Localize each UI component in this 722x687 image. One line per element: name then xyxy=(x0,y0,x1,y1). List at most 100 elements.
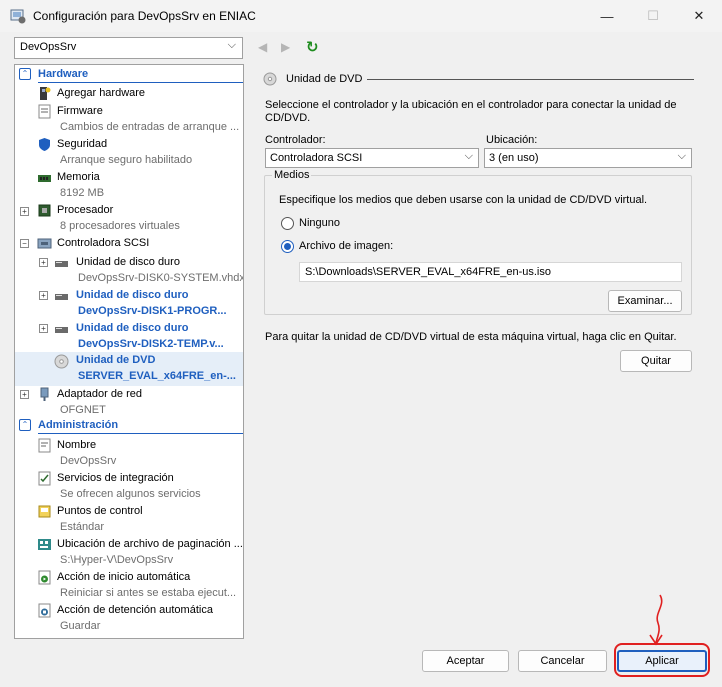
tree-item-detail: 8192 MB xyxy=(60,187,105,199)
tree-item-detail: DevOpsSrv-DISK2-TEMP.v... xyxy=(78,338,224,350)
expand-icon[interactable]: + xyxy=(20,207,29,216)
location-select[interactable]: 3 (en uso) ⌵ xyxy=(484,148,692,168)
tree-item-add-hardware[interactable]: Agregar hardware xyxy=(15,85,243,101)
tree-item-label: Servicios de integración xyxy=(57,472,174,484)
tree-item-label: Puntos de control xyxy=(57,505,143,517)
tree-item-dvd-drive[interactable]: Unidad de DVD SERVER_EVAL_x64FRE_en-... xyxy=(15,352,243,386)
maximize-button[interactable]: ☐ xyxy=(630,0,676,32)
tree-item-paging-file-location[interactable]: Ubicación de archivo de paginación ... S… xyxy=(15,536,243,568)
tree-item-detail: Cambios de entradas de arranque ... xyxy=(60,121,240,133)
collapse-icon[interactable]: − xyxy=(20,239,29,248)
image-path-input[interactable]: S:\Downloads\SERVER_EVAL_x64FRE_en-us.is… xyxy=(299,262,682,282)
image-file-radio[interactable] xyxy=(281,240,294,253)
none-radio[interactable] xyxy=(281,217,294,230)
panel-title-divider xyxy=(367,79,694,80)
settings-tree[interactable]: ⌃ Hardware Agregar hardware Firmware Cam… xyxy=(14,64,244,639)
tree-item-processor[interactable]: + Procesador 8 procesadores virtuales xyxy=(15,202,243,234)
tree-item-hard-disk-2[interactable]: + Unidad de disco duro DevOpsSrv-DISK2-T… xyxy=(15,320,243,352)
network-adapter-icon xyxy=(40,387,49,401)
panel-title: Unidad de DVD xyxy=(286,73,363,85)
expand-icon[interactable]: + xyxy=(39,291,48,300)
tree-item-label: Unidad de disco duro xyxy=(76,322,189,334)
dvd-drive-icon xyxy=(263,72,277,86)
controller-label: Controlador: xyxy=(265,134,326,146)
tree-item-network-adapter[interactable]: + Adaptador de red OFGNET xyxy=(15,386,243,418)
checkpoints-icon xyxy=(38,505,51,518)
tree-item-memory[interactable]: Memoria 8192 MB xyxy=(15,169,243,201)
panel-description: Seleccione el controlador y la ubicación… xyxy=(265,99,677,124)
controller-select[interactable]: Controladora SCSI ⌵ xyxy=(265,148,479,168)
window-title: Configuración para DevOpsSrv en ENIAC xyxy=(33,9,256,23)
administration-section-header[interactable]: ⌃ Administración xyxy=(15,418,243,434)
hyperv-settings-icon xyxy=(10,9,26,24)
tree-item-detail: Arranque seguro habilitado xyxy=(60,154,193,166)
collapse-icon[interactable]: ⌃ xyxy=(19,419,31,431)
close-button[interactable]: ✕ xyxy=(676,0,722,32)
collapse-icon[interactable]: ⌃ xyxy=(19,68,31,80)
vm-selector-value: DevOpsSrv xyxy=(20,41,77,53)
tree-item-checkpoints[interactable]: Puntos de control Estándar xyxy=(15,503,243,535)
arrow-annotation-icon xyxy=(649,594,663,646)
tree-item-firmware[interactable]: Firmware Cambios de entradas de arranque… xyxy=(15,103,243,135)
tree-item-label: Agregar hardware xyxy=(57,87,146,99)
tree-item-detail: Reiniciar si antes se estaba ejecut... xyxy=(60,587,237,599)
tree-item-detail: SERVER_EVAL_x64FRE_en-... xyxy=(78,370,236,382)
back-button[interactable]: ◀ xyxy=(258,40,267,54)
tree-item-label: Firmware xyxy=(57,105,103,117)
tree-item-detail: Se ofrecen algunos servicios xyxy=(60,488,201,500)
tree-item-label: Controladora SCSI xyxy=(57,237,150,249)
administration-section-label: Administración xyxy=(38,419,119,431)
tree-item-label: Unidad de disco duro xyxy=(76,256,180,268)
tree-item-label: Memoria xyxy=(57,171,100,183)
expand-icon[interactable]: + xyxy=(39,258,48,267)
none-radio-label[interactable]: Ninguno xyxy=(299,217,340,229)
section-divider xyxy=(38,433,243,434)
processor-icon xyxy=(38,204,51,217)
controller-select-value: Controladora SCSI xyxy=(270,152,363,164)
media-group: Medios Especifique los medios que deben … xyxy=(264,169,692,315)
refresh-button[interactable]: ↻ xyxy=(306,38,319,56)
tree-item-label: Ubicación de archivo de paginación ... xyxy=(57,538,243,550)
image-file-radio-label[interactable]: Archivo de imagen: xyxy=(299,240,393,252)
hardware-section-header[interactable]: ⌃ Hardware xyxy=(15,67,243,83)
tree-item-automatic-stop-action[interactable]: Acción de detención automática Guardar xyxy=(15,602,243,634)
add-hardware-icon xyxy=(40,87,51,100)
title-bar: Configuración para DevOpsSrv en ENIAC — … xyxy=(0,0,722,32)
tree-item-automatic-start-action[interactable]: Acción de inicio automática Reiniciar si… xyxy=(15,569,243,601)
paging-file-icon xyxy=(38,539,51,550)
tree-item-detail: DevOpsSrv-DISK1-PROGR... xyxy=(78,305,227,317)
tree-item-hard-disk-1[interactable]: + Unidad de disco duro DevOpsSrv-DISK1-P… xyxy=(15,287,243,319)
start-action-icon xyxy=(38,570,51,585)
chevron-down-icon: ⌵ xyxy=(227,39,236,51)
tree-item-security[interactable]: Seguridad Arranque seguro habilitado xyxy=(15,136,243,168)
minimize-button[interactable]: — xyxy=(584,0,630,32)
cancel-button[interactable]: Cancelar xyxy=(518,650,607,672)
tree-item-scsi-controller[interactable]: − Controladora SCSI xyxy=(15,235,243,251)
name-icon xyxy=(38,438,51,453)
remove-description: Para quitar la unidad de CD/DVD virtual … xyxy=(265,331,677,343)
tree-item-label: Unidad de DVD xyxy=(76,354,156,366)
tree-item-hard-disk-0[interactable]: + Unidad de disco duro DevOpsSrv-DISK0-S… xyxy=(15,254,243,286)
ok-button[interactable]: Aceptar xyxy=(422,650,509,672)
vm-selector[interactable]: DevOpsSrv ⌵ xyxy=(14,37,243,59)
tree-item-label: Unidad de disco duro xyxy=(76,289,189,301)
tree-item-integration-services[interactable]: Servicios de integración Se ofrecen algu… xyxy=(15,470,243,502)
dvd-drive-icon xyxy=(54,354,69,369)
location-select-value: 3 (en uso) xyxy=(489,152,539,164)
remove-button[interactable]: Quitar xyxy=(620,350,692,372)
stop-action-icon xyxy=(38,603,51,618)
tree-item-name[interactable]: Nombre DevOpsSrv xyxy=(15,437,243,469)
shield-icon xyxy=(39,138,50,151)
tree-item-detail: DevOpsSrv xyxy=(60,455,117,467)
dvd-drive-settings-panel: Unidad de DVD Seleccione el controlador … xyxy=(250,64,710,639)
tree-item-detail: 8 procesadores virtuales xyxy=(60,220,180,232)
hard-disk-icon xyxy=(55,294,68,300)
expand-icon[interactable]: + xyxy=(39,324,48,333)
browse-button[interactable]: Examinar... xyxy=(608,290,682,312)
tree-item-label: Acción de inicio automática xyxy=(57,571,191,583)
tree-item-label: Nombre xyxy=(57,439,97,451)
section-divider xyxy=(38,82,243,83)
forward-button[interactable]: ▶ xyxy=(281,40,290,54)
expand-icon[interactable]: + xyxy=(20,390,29,399)
chevron-down-icon: ⌵ xyxy=(677,150,686,162)
